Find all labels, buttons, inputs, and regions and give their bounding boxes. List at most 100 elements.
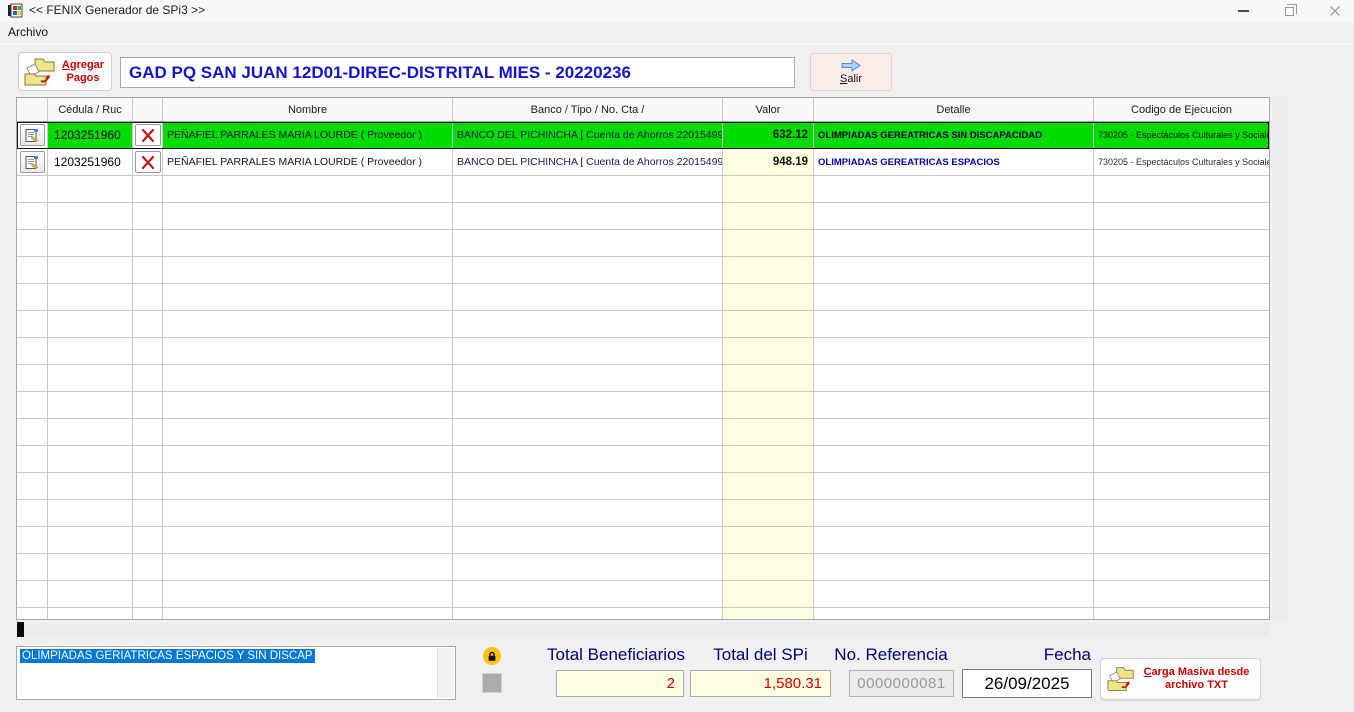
cell-empty [133, 230, 163, 256]
cell-empty [814, 338, 1094, 364]
cell-empty [48, 419, 133, 445]
col-header-nombre: Nombre [163, 98, 453, 121]
cell-empty [814, 473, 1094, 499]
cell-empty [1094, 230, 1269, 256]
cell-empty [453, 311, 723, 337]
cell-empty [17, 581, 48, 607]
cell-valor[interactable]: 948.19 [723, 149, 814, 175]
cell-empty-valor [723, 608, 814, 620]
table-row-empty [17, 284, 1269, 311]
spi-title-field[interactable]: GAD PQ SAN JUAN 12D01-DIREC-DISTRITAL MI… [120, 57, 795, 88]
grid-vertical-scrollbar[interactable] [1272, 97, 1287, 620]
cell-detalle[interactable]: OLIMPIADAS GEREATRICAS SIN DISCAPACIDAD [814, 122, 1094, 148]
table-row-empty [17, 392, 1269, 419]
scrollbar-thumb[interactable] [17, 622, 24, 637]
table-row[interactable]: 1203251960 PEÑAFIEL PARRALES MARIA LOURD… [17, 149, 1269, 176]
cell-empty [453, 608, 723, 620]
cell-empty-valor [723, 500, 814, 526]
cell-empty [1094, 446, 1269, 472]
textarea-scrollbar[interactable] [437, 648, 454, 698]
cell-empty [163, 500, 453, 526]
cell-empty [48, 473, 133, 499]
cell-empty [814, 446, 1094, 472]
cell-empty [453, 554, 723, 580]
cell-empty [48, 446, 133, 472]
cell-empty [453, 176, 723, 202]
agregar-pagos-button[interactable]: Agregar Pagos [18, 52, 112, 91]
cell-empty [133, 176, 163, 202]
cell-nombre[interactable]: PEÑAFIEL PARRALES MARIA LOURDE ( Proveed… [163, 149, 453, 175]
table-row-empty [17, 365, 1269, 392]
cell-empty [814, 257, 1094, 283]
cell-empty [453, 527, 723, 553]
salir-label: Salir [840, 73, 862, 85]
maximize-button[interactable] [1268, 0, 1310, 22]
cell-empty [814, 419, 1094, 445]
grid-header: Cédula / Ruc Nombre Banco / Tipo / No. C… [17, 98, 1269, 122]
cell-empty [133, 446, 163, 472]
table-row[interactable]: 1203251960 PEÑAFIEL PARRALES MARIA LOURD… [17, 122, 1269, 149]
cell-empty [814, 581, 1094, 607]
cell-empty [453, 392, 723, 418]
cell-empty [17, 176, 48, 202]
cell-empty [48, 284, 133, 310]
edit-record-button[interactable] [20, 124, 45, 146]
cell-empty [133, 581, 163, 607]
cell-empty [17, 230, 48, 256]
cell-codigo[interactable]: 730205 - Espectáculos Culturales y Socia… [1094, 149, 1269, 175]
cell-empty [133, 608, 163, 620]
cell-cedula[interactable]: 1203251960 [48, 149, 133, 175]
minimize-button[interactable] [1222, 0, 1264, 22]
cell-empty [814, 500, 1094, 526]
cell-empty [814, 176, 1094, 202]
cell-empty [163, 392, 453, 418]
delete-row-button[interactable] [135, 151, 161, 173]
cell-empty [48, 527, 133, 553]
table-row-empty [17, 338, 1269, 365]
cell-banco[interactable]: BANCO DEL PICHINCHA [ Cuenta de Ahorros … [453, 122, 723, 148]
menubar: Archivo [0, 22, 1354, 43]
cell-empty [453, 446, 723, 472]
total-spi-value: 1,580.31 [690, 670, 831, 697]
delete-x-icon [141, 156, 155, 169]
close-button[interactable] [1314, 0, 1354, 22]
cell-cedula[interactable]: 1203251960 [48, 122, 133, 148]
row-cell-edit [17, 149, 48, 175]
cell-empty [163, 446, 453, 472]
cell-empty [133, 527, 163, 553]
cell-empty [163, 419, 453, 445]
cell-empty [133, 419, 163, 445]
table-row-empty [17, 176, 1269, 203]
carga-masiva-label: Carga Masiva desde archivo TXT [1137, 666, 1256, 692]
table-row-empty [17, 311, 1269, 338]
total-beneficiarios-value: 2 [556, 670, 684, 697]
cell-empty-valor [723, 554, 814, 580]
cell-valor[interactable]: 632.12 [723, 122, 814, 148]
menu-archivo[interactable]: Archivo [0, 22, 56, 42]
cell-empty-valor [723, 392, 814, 418]
cell-nombre[interactable]: PEÑAFIEL PARRALES MARIA LOURDE ( Proveed… [163, 122, 453, 148]
carga-masiva-button[interactable]: Carga Masiva desde archivo TXT [1100, 658, 1261, 700]
cell-empty [1094, 311, 1269, 337]
grid-body: 1203251960 PEÑAFIEL PARRALES MARIA LOURD… [17, 122, 1269, 620]
salir-button[interactable]: Salir [810, 53, 892, 91]
cell-empty [453, 581, 723, 607]
fecha-field[interactable]: 26/09/2025 [962, 669, 1092, 698]
cell-empty-valor [723, 176, 814, 202]
edit-record-button[interactable] [20, 151, 45, 173]
cell-empty [163, 527, 453, 553]
grid-horizontal-scrollbar[interactable] [17, 622, 1269, 637]
cell-detalle[interactable]: OLIMPIADAS GEREATRICAS ESPACIOS [814, 149, 1094, 175]
cell-codigo[interactable]: 730205 - Espectáculos Culturales y Socia… [1094, 122, 1269, 148]
cell-empty [48, 554, 133, 580]
app-icon [8, 3, 23, 23]
lock-icon [487, 651, 497, 662]
cell-empty-valor [723, 203, 814, 229]
fecha-label: Fecha [995, 645, 1091, 665]
delete-row-button[interactable] [135, 124, 161, 146]
col-header-codigo: Codigo de Ejecucion [1094, 98, 1269, 121]
cell-empty [163, 203, 453, 229]
delete-x-icon [141, 129, 155, 142]
cell-banco[interactable]: BANCO DEL PICHINCHA [ Cuenta de Ahorros … [453, 149, 723, 175]
detalle-textarea[interactable]: OLIMPIADAS GERIATRICAS ESPACIOS Y SIN DI… [16, 646, 456, 700]
